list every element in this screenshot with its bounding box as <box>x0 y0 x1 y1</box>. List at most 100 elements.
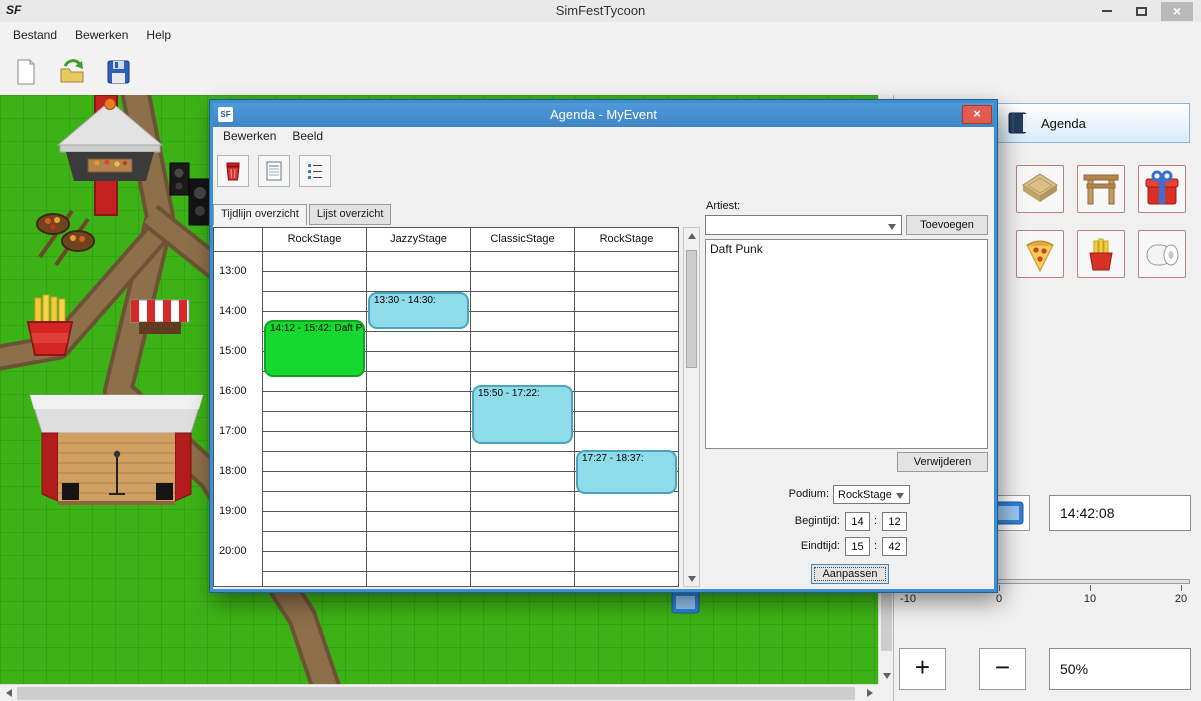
map-horizontal-scrollbar[interactable] <box>0 684 878 701</box>
bbq-sprite[interactable] <box>37 211 94 265</box>
agenda-dialog: SF Agenda - MyEvent × BewerkenBeeld Tijd… <box>210 100 997 592</box>
slider-tick-label: 20 <box>1175 593 1187 605</box>
open-file-icon <box>57 57 87 87</box>
podium-label: Podium: <box>745 488 829 500</box>
minimize-button[interactable] <box>1093 2 1121 21</box>
open-file-button[interactable] <box>54 54 90 90</box>
right-arrow-icon <box>867 689 873 697</box>
shop-item-floor[interactable] <box>1016 165 1064 213</box>
speaker-stack-sprite[interactable] <box>170 163 212 225</box>
save-file-button[interactable] <box>100 54 136 90</box>
toiletpaper-icon <box>1141 233 1183 275</box>
menu-item-bestand[interactable]: Bestand <box>4 26 66 44</box>
remove-artist-button[interactable]: Verwijderen <box>897 452 988 472</box>
shop-item-pizza[interactable] <box>1016 230 1064 278</box>
artist-listbox[interactable]: Daft Punk <box>705 239 988 449</box>
artist-pane: Artiest: Toevoegen Daft Punk Verwijderen… <box>705 127 994 589</box>
shop-item-fries[interactable] <box>1077 230 1125 278</box>
horizontal-scroll-thumb[interactable] <box>17 687 855 700</box>
pizza-icon <box>1019 233 1061 275</box>
zoom-value: 50% <box>1049 648 1191 690</box>
begin-hour-input[interactable] <box>845 512 870 531</box>
scroll-left-button[interactable] <box>0 685 17 701</box>
grid-vline <box>366 252 367 586</box>
column-header-2: ClassicStage <box>470 228 574 251</box>
grid-vline <box>470 252 471 586</box>
dialog-menu-item-beeld[interactable]: Beeld <box>284 127 331 147</box>
time-label: 19:00 <box>219 505 247 517</box>
down-arrow-icon <box>688 576 696 582</box>
dialog-close-button[interactable]: × <box>962 105 992 124</box>
scroll-right-button[interactable] <box>861 685 878 701</box>
delete-button[interactable] <box>217 155 249 187</box>
end-minute-input[interactable] <box>882 537 907 556</box>
close-button[interactable]: × <box>1161 2 1193 21</box>
menu-item-help[interactable]: Help <box>137 26 180 44</box>
fries-icon <box>1080 233 1122 275</box>
clock-display: 14:42:08 <box>1049 495 1191 531</box>
maximize-button[interactable] <box>1127 2 1155 21</box>
title-bar: SF SimFestTycoon × <box>0 0 1201 22</box>
chevron-down-icon <box>888 224 896 230</box>
schedule-grid: RockStageJazzyStageClassicStageRockStage… <box>213 227 679 587</box>
shop-item-stand[interactable] <box>1077 165 1125 213</box>
artist-list-item[interactable]: Daft Punk <box>706 240 987 258</box>
scrollbar-corner <box>878 684 893 701</box>
save-file-icon <box>103 57 133 87</box>
left-arrow-icon <box>6 689 12 697</box>
agenda-book-icon <box>1005 110 1031 136</box>
end-hour-input[interactable] <box>845 537 870 556</box>
agenda-button[interactable]: Agenda <box>994 103 1190 143</box>
dialog-toolbar <box>217 155 331 187</box>
slider-tick <box>1181 585 1182 591</box>
schedule-scroll-thumb[interactable] <box>686 250 697 368</box>
time-label: 18:00 <box>219 465 247 477</box>
schedule-scrollbar[interactable] <box>683 227 700 587</box>
slider-tick-label: 10 <box>1084 593 1096 605</box>
zoom-out-button[interactable]: − <box>979 648 1026 690</box>
slider-tick-label: 0 <box>996 593 1002 605</box>
podium-combobox[interactable]: RockStage <box>833 485 910 504</box>
schedule-scroll-up-button[interactable] <box>684 228 699 243</box>
artist-combobox[interactable] <box>705 215 902 235</box>
apply-button[interactable]: Aanpassen <box>811 564 889 584</box>
add-artist-button[interactable]: Toevoegen <box>906 215 988 235</box>
blue-sign-sprite[interactable] <box>672 592 699 613</box>
time-column-spacer <box>214 228 262 251</box>
time-label: 16:00 <box>219 385 247 397</box>
begin-minute-input[interactable] <box>882 512 907 531</box>
column-header-1: JazzyStage <box>366 228 470 251</box>
schedule-event[interactable]: 13:30 - 14:30: <box>368 292 469 329</box>
schedule-event[interactable]: 14:12 - 15:42: Daft Punk <box>264 320 365 377</box>
tab-lijst-overzicht[interactable]: Lijst overzicht <box>309 204 392 225</box>
schedule-event[interactable]: 15:50 - 17:22: <box>472 385 573 443</box>
tab-tijdlijn-overzicht[interactable]: Tijdlijn overzicht <box>213 204 307 225</box>
shop-item-gift[interactable] <box>1138 165 1186 213</box>
zoom-in-button[interactable]: + <box>899 648 946 690</box>
main-toolbar <box>0 48 1201 95</box>
shop-item-toiletpaper[interactable] <box>1138 230 1186 278</box>
time-separator: : <box>874 515 877 527</box>
striped-stand-sprite[interactable] <box>131 300 189 334</box>
dialog-title: Agenda - MyEvent <box>213 103 994 127</box>
schedule-event[interactable]: 17:27 - 18:37: <box>576 450 677 494</box>
window-title: SimFestTycoon <box>0 0 1201 22</box>
gift-icon <box>1141 168 1183 210</box>
timeline-view-button[interactable] <box>258 155 290 187</box>
schedule-scroll-down-button[interactable] <box>684 571 699 586</box>
main-window: SF SimFestTycoon × BestandBewerkenHelp <box>0 0 1201 701</box>
schedule-body[interactable]: 13:0014:0015:0016:0017:0018:0019:0020:00… <box>214 252 678 586</box>
dialog-title-bar[interactable]: SF Agenda - MyEvent × <box>213 103 994 127</box>
time-label: 14:00 <box>219 305 247 317</box>
menu-item-bewerken[interactable]: Bewerken <box>66 26 137 44</box>
slider-tick-label: -10 <box>900 593 916 605</box>
chevron-down-icon <box>896 493 904 499</box>
stage-sprite[interactable] <box>30 395 203 505</box>
list-view-button[interactable] <box>299 155 331 187</box>
dialog-menu-item-bewerken[interactable]: Bewerken <box>215 127 284 147</box>
window-controls: × <box>1093 1 1193 21</box>
list-view-icon <box>304 160 326 182</box>
fries-stand-sprite[interactable] <box>28 295 72 355</box>
scroll-down-button[interactable] <box>879 668 894 684</box>
new-file-button[interactable] <box>8 54 44 90</box>
